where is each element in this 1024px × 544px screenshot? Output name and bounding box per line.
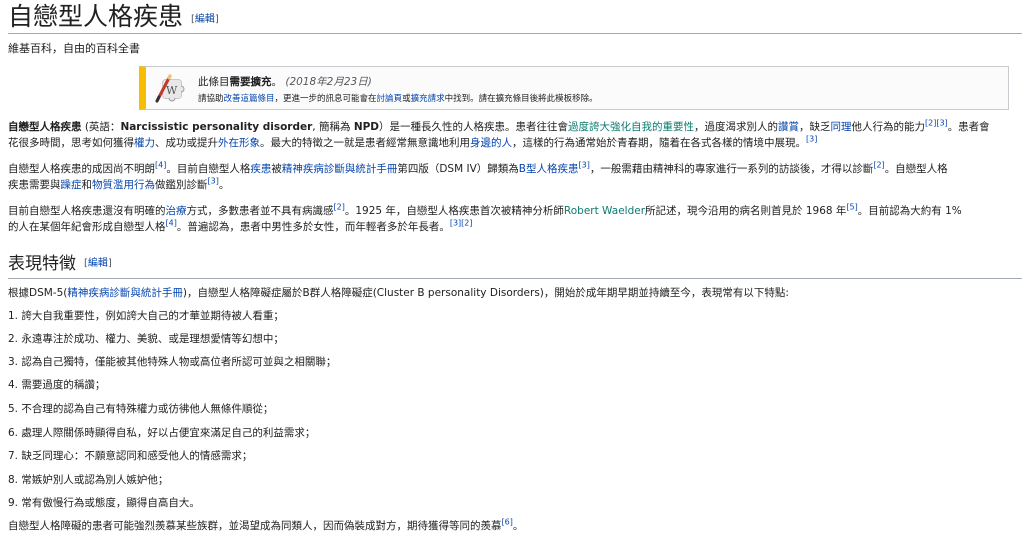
citation-3b[interactable]: [3]	[579, 161, 590, 170]
title-edit-link[interactable]: 編輯	[195, 14, 215, 25]
page-title: 自戀型人格疾患 [編輯]	[8, 0, 219, 37]
section-edit-link[interactable]: 編輯	[88, 258, 108, 269]
citation-2b[interactable]: [2]	[873, 161, 884, 170]
criteria-item-1: 1. 誇大自我重要性，例如誇大自己的才華並期待被人看重；	[8, 310, 284, 322]
link-robert-waelder[interactable]: Robert Waelder	[564, 205, 645, 217]
intro-paragraph-1-line-2: 花很多時間，思考如何獲得權力、成功或提升外在形象。最大的特徵之一就是患者經常無意…	[8, 135, 818, 149]
expand-notice-box: W 此條目需要擴充。 (2018年2月23日) 請協助改善這篇條目，更進一步的訊…	[139, 66, 1009, 110]
article-page: 自戀型人格疾患 [編輯] 維基百科，自由的百科全書 W 此條目需要擴充。 (201…	[0, 0, 1024, 544]
svg-text:W: W	[166, 84, 178, 97]
expansion-request-link[interactable]: 擴充請求	[411, 94, 445, 104]
citation-6[interactable]: [6]	[502, 518, 513, 527]
link-people-around[interactable]: 身邊的人	[470, 137, 512, 149]
link-grandiosity[interactable]: 過度誇大強化自我的重要性	[568, 121, 694, 133]
citation-4b[interactable]: [4]	[166, 219, 177, 228]
citation-4[interactable]: [4]	[155, 161, 166, 170]
criteria-item-9: 9. 常有傲慢行為或態度，顯得自高自大。	[8, 497, 200, 509]
link-dsm[interactable]: 精神疾病診斷與統計手冊	[282, 163, 398, 175]
intro-paragraph-2-line-2: 疾患需要與躁症和物質濫用行為做鑑別診斷[3]。	[8, 177, 230, 191]
intro-paragraph-3-line-1: 目前自戀型人格疾患還沒有明確的治療方式，多數患者並不具有病識感[2]。1925 …	[8, 203, 962, 217]
link-empathy[interactable]: 同理	[831, 121, 852, 133]
intro-paragraph-2-line-1: 自戀型人格疾患的成因尚不明朗[4]。目前自戀型人格疾患被精神疾病診斷與統計手冊第…	[8, 161, 948, 175]
citation-5[interactable]: [5]	[846, 203, 857, 212]
link-power[interactable]: 權力	[134, 137, 155, 149]
link-substance-abuse[interactable]: 物質濫用行為	[92, 179, 155, 191]
section-divider	[8, 278, 1022, 279]
notice-line-1: 此條目需要擴充。 (2018年2月23日)	[198, 76, 372, 88]
puzzle-pencil-icon: W	[155, 74, 185, 103]
talk-page-link[interactable]: 討論頁	[377, 94, 403, 104]
citation-3[interactable]: [3]	[806, 135, 817, 144]
section-edit-link-wrap: [編輯]	[84, 258, 112, 269]
notice-needs-expansion: 需要擴充	[229, 76, 272, 88]
link-mania[interactable]: 躁症	[61, 179, 82, 191]
citation-3-2[interactable]: [3][2]	[450, 219, 473, 228]
link-dsm-5[interactable]: 精神疾病診斷與統計手冊	[67, 287, 183, 299]
citation-2-3[interactable]: [2][3]	[925, 119, 948, 128]
page-title-text: 自戀型人格疾患	[8, 2, 184, 31]
criteria-item-6: 6. 處理人際關係時顯得自私，好以占便宜來滿足自己的利益需求；	[8, 427, 316, 439]
improve-article-link[interactable]: 改善這篇條目	[224, 94, 275, 104]
notice-line-2: 請協助改善這篇條目，更進一步的訊息可能會在討論頁或擴充請求中找到。請在擴充條目後…	[198, 94, 598, 104]
link-praise[interactable]: 讚賞	[778, 121, 799, 133]
link-cluster-b[interactable]: B型人格疾患	[519, 163, 579, 175]
intro-paragraph-3-line-2: 的人在某個年紀會形成自戀型人格[4]。普遍認為，患者中男性多於女性，而年輕者多於…	[8, 219, 473, 233]
citation-2c[interactable]: [2]	[334, 203, 345, 212]
title-divider	[8, 33, 1022, 34]
section-lead: 根據DSM-5(精神疾病診斷與統計手冊)，自戀型人格障礙症屬於B群人格障礙症(C…	[8, 287, 789, 299]
criteria-item-2: 2. 永遠專注於成功、權力、美貌、或是理想愛情等幻想中；	[8, 333, 284, 345]
link-disorder[interactable]: 疾患	[250, 163, 271, 175]
closing-paragraph: 自戀型人格障礙的患者可能強烈羨慕某些族群，並渴望成為同類人，因而偽裝成對方，期待…	[8, 518, 524, 532]
citation-3c[interactable]: [3]	[208, 177, 219, 186]
title-edit-link-wrap: [編輯]	[191, 14, 219, 25]
criteria-item-4: 4. 需要過度的稱讚；	[8, 379, 106, 391]
intro-paragraph-1-line-1: 自戀型人格疾患 (英語：Narcissistic personality dis…	[8, 119, 990, 133]
link-appearance[interactable]: 外在形象	[218, 137, 260, 149]
section-heading-presentation: 表現特徵 [編輯]	[8, 254, 112, 274]
criteria-item-7: 7. 缺乏同理心：不願意認同和感受他人的情感需求；	[8, 450, 253, 462]
notice-date: (2018年2月23日)	[285, 76, 372, 88]
criteria-item-3: 3. 認為自己獨特，僅能被其他特殊人物或高位者所認可並與之相關聯；	[8, 356, 337, 368]
criteria-item-5: 5. 不合理的認為自己有特殊權力或彷彿他人無條件順從；	[8, 403, 274, 415]
site-tagline: 維基百科，自由的百科全書	[8, 42, 140, 55]
criteria-item-8: 8. 常嫉妒別人或認為別人嫉妒他；	[8, 474, 169, 486]
link-treatment[interactable]: 治療	[166, 205, 187, 217]
